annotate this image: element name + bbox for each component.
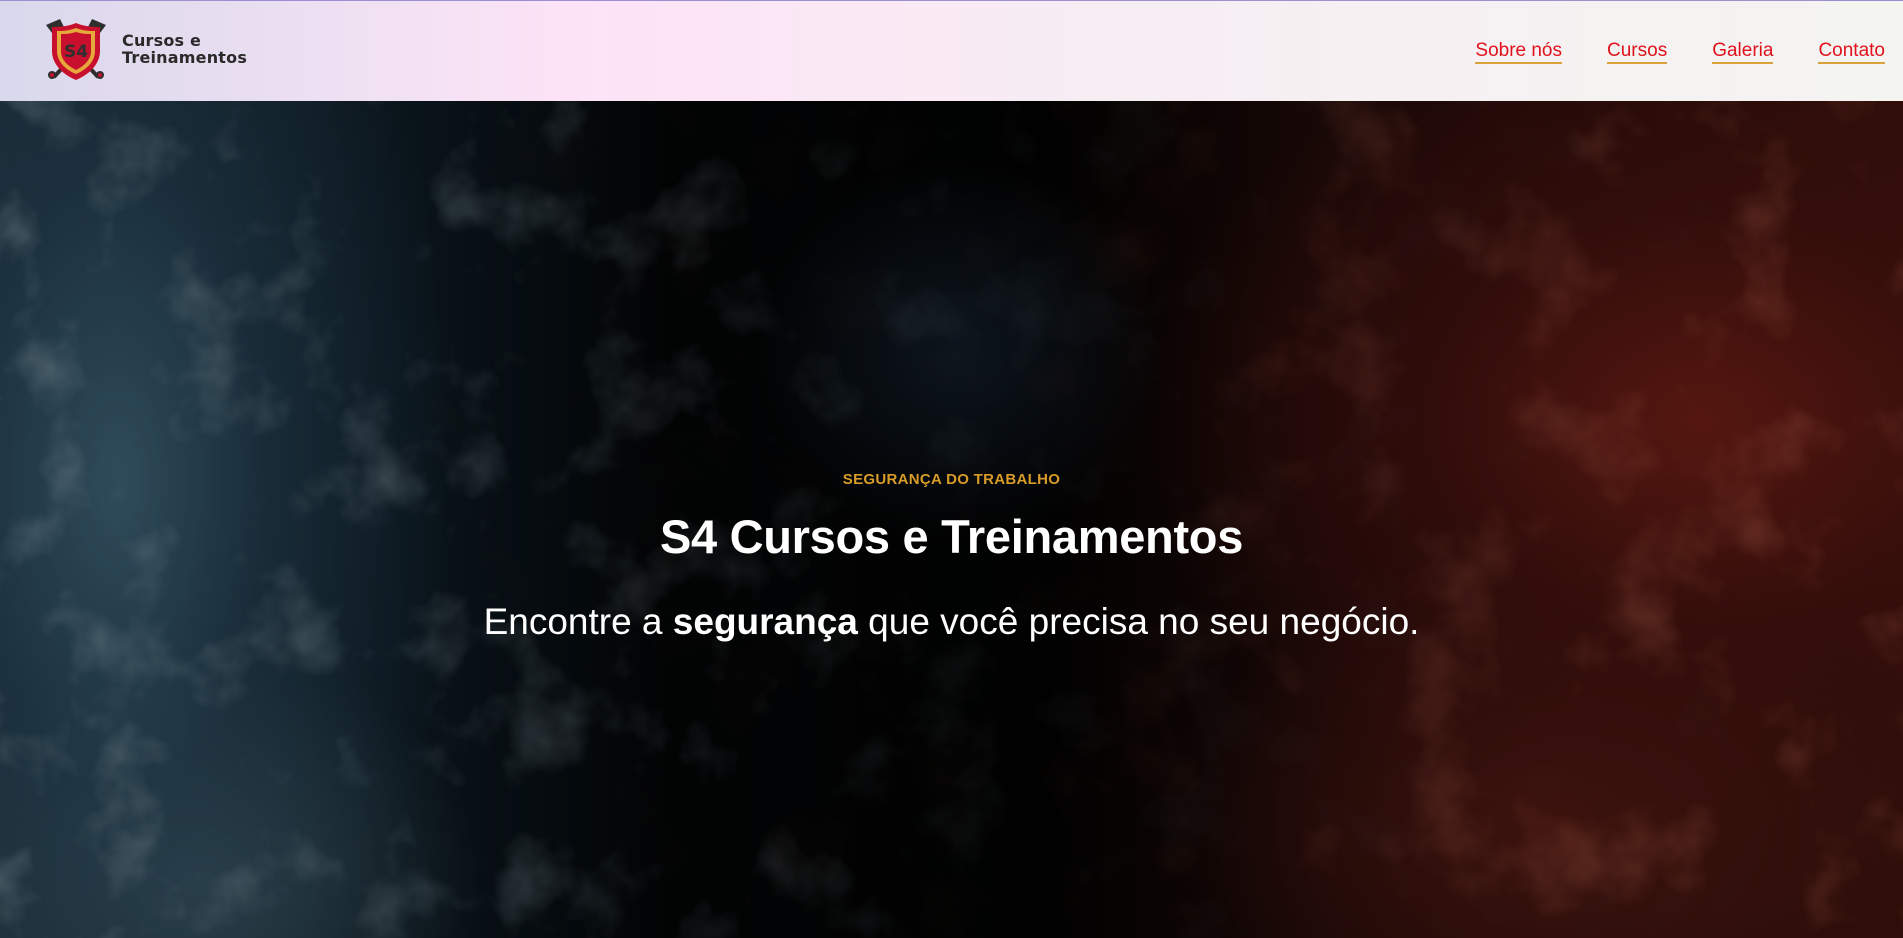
hero-subtitle-after: que você precisa no seu negócio. [857, 601, 1420, 642]
nav-link-cursos[interactable]: Cursos [1607, 40, 1668, 64]
main-nav: Sobre nós Cursos Galeria Contato [1475, 40, 1885, 64]
hero-subtitle-emphasis: segurança [672, 601, 858, 642]
brand-line-2: Treinamentos [122, 48, 248, 67]
logo-badge-text: S4 [64, 42, 88, 62]
nav-link-sobre-nos[interactable]: Sobre nós [1475, 40, 1563, 64]
nav-link-contato[interactable]: Contato [1818, 40, 1885, 64]
site-header: S4 Cursos e Treinamentos Sobre nós Curso… [0, 0, 1903, 101]
hero-subtitle: Encontre a segurança que você precisa no… [0, 601, 1903, 643]
hero-section: SEGURANÇA DO TRABALHO S4 Cursos e Treina… [0, 101, 1903, 938]
s4-shield-logo: S4 [46, 19, 106, 80]
nav-link-galeria[interactable]: Galeria [1712, 40, 1774, 64]
brand-name: Cursos e Treinamentos [122, 32, 247, 66]
brand-line-1: Cursos e [122, 31, 202, 50]
home-logo-link[interactable]: S4 Cursos e Treinamentos [40, 15, 247, 83]
hero-title: S4 Cursos e Treinamentos [659, 510, 1244, 563]
hero-subtitle-before: Encontre a [483, 601, 673, 642]
hero-eyebrow: SEGURANÇA DO TRABALHO [842, 471, 1061, 488]
